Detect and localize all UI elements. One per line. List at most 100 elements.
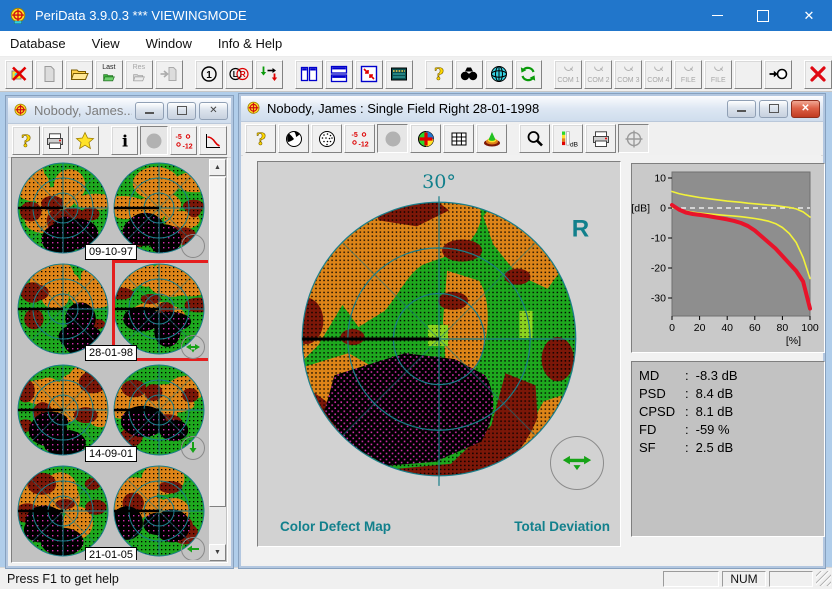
scroll-down-button[interactable]: ▼ [209,544,226,561]
internet-button[interactable] [485,60,513,89]
field-thumbnail[interactable] [16,363,110,457]
scrollbar-thumb[interactable] [209,177,226,507]
db-scale-icon: dB [558,129,578,149]
x-tick-label: 80 [777,322,789,334]
close-button[interactable]: ✕ [786,0,832,31]
symbol-map-button[interactable] [311,124,342,153]
defect-map-button[interactable] [410,124,441,153]
com4-button[interactable]: COM 4 [644,60,672,89]
menu-info-help[interactable]: Info & Help [218,36,282,51]
svg-text:L: L [233,70,238,79]
overview-minimize-button[interactable] [135,102,164,120]
new-record-button[interactable] [35,60,63,89]
grayscale-map-button[interactable] [278,124,309,153]
com1-button[interactable]: COM 1 [554,60,582,89]
big-x-icon [808,64,828,84]
com2-button[interactable]: COM 2 [584,60,612,89]
menu-view[interactable]: View [92,36,120,51]
index-label: CPSD [639,403,685,421]
search-button[interactable] [455,60,483,89]
y-tick-label: -30 [651,293,666,305]
crosshair-icon [624,129,644,149]
print-button[interactable] [42,126,70,155]
minimize-button[interactable] [694,0,740,31]
field-thumbnail[interactable] [16,262,110,356]
hill-3d-button[interactable] [476,124,507,153]
exit-button[interactable] [804,60,832,89]
field-close-button[interactable]: ✕ [791,100,820,118]
crosshair-button[interactable] [618,124,649,153]
trend-curve-button[interactable] [199,126,227,155]
toolbar-separator [185,57,193,91]
left-right-view-button[interactable]: LR [225,60,253,89]
info-button[interactable]: i [111,126,139,155]
refresh-button[interactable] [515,60,543,89]
zoom-button[interactable] [519,124,550,153]
field-restore-button[interactable] [759,100,788,118]
field-thumbnail[interactable] [16,161,110,255]
arrange-windows-button[interactable] [355,60,383,89]
tile-horizontal-button[interactable] [325,60,353,89]
import-record-button[interactable] [155,60,183,89]
single-field-view-button[interactable]: 1 [195,60,223,89]
value-map-button[interactable]: -5-12 [344,124,375,153]
open-results-label: Res [133,64,145,72]
com3-button[interactable]: COM 3 [614,60,642,89]
tile-vertical-button[interactable] [295,60,323,89]
field-minimize-button[interactable] [727,100,756,118]
open-database-button[interactable] [65,60,93,89]
folder-green-icon [102,72,115,85]
file-transfer-2-button[interactable]: FILE [704,60,732,89]
device-icon [592,64,605,77]
print-button[interactable] [585,124,616,153]
field-title: Nobody, James : Single Field Right 28-01… [267,101,724,116]
status-monitor-button[interactable] [385,60,413,89]
resize-grip[interactable] [816,571,831,586]
switch-eye-button[interactable] [255,60,283,89]
overview-maximize-button[interactable] [167,102,196,120]
table-view-button[interactable] [443,124,474,153]
thumbnails-scrollbar[interactable]: ▲ ▼ [209,159,226,561]
favorites-button[interactable] [71,126,99,155]
color-map-button[interactable] [377,124,408,153]
plot-area [672,172,810,316]
scroll-up-button[interactable]: ▲ [209,159,226,176]
restore-icon [769,104,779,113]
none-icon [738,64,758,84]
close-database-button[interactable] [5,60,33,89]
toolbar-separator [101,124,109,157]
open-results-button[interactable]: Res [125,60,153,89]
gray-map-button[interactable] [140,126,168,155]
x-tick-label: 0 [669,322,675,334]
y-tick-label: 0 [660,203,666,215]
map-eye-label: R [572,215,589,242]
grid-icon [449,129,469,149]
curve-icon [203,131,223,151]
tile-h-icon [329,64,349,84]
minimize-icon [712,15,723,16]
pan-icon[interactable] [550,436,604,490]
exam-date-label: 28-01-98 [85,345,137,361]
help-button[interactable]: ? [425,60,453,89]
db-scale-button[interactable]: dB [552,124,583,153]
file-transfer-1-button[interactable]: FILE [674,60,702,89]
monitor-icon [389,64,409,84]
help-button[interactable]: ? [12,126,40,155]
maximize-button[interactable] [740,0,786,31]
menu-window[interactable]: Window [146,36,192,51]
help-button[interactable]: ? [245,124,276,153]
value-map-button[interactable]: -5-12 [170,126,198,155]
overview-close-button[interactable]: ✕ [199,102,228,120]
y-tick-label: -10 [651,233,666,245]
exam-row: 09-10-97 [14,161,208,261]
arrow-circle-icon [768,64,788,84]
com2-label: COM 2 [587,77,609,85]
maximize-icon [757,10,769,22]
field-thumbnail[interactable] [16,464,110,558]
menu-database[interactable]: Database [10,36,66,51]
open-last-button[interactable]: Last [95,60,123,89]
app-window: PeriData 3.9.0.3 *** VIEWINGMODE ✕ Datab… [0,0,832,589]
blank-button[interactable] [734,60,762,89]
station-button[interactable] [764,60,792,89]
printer-icon [45,131,65,151]
